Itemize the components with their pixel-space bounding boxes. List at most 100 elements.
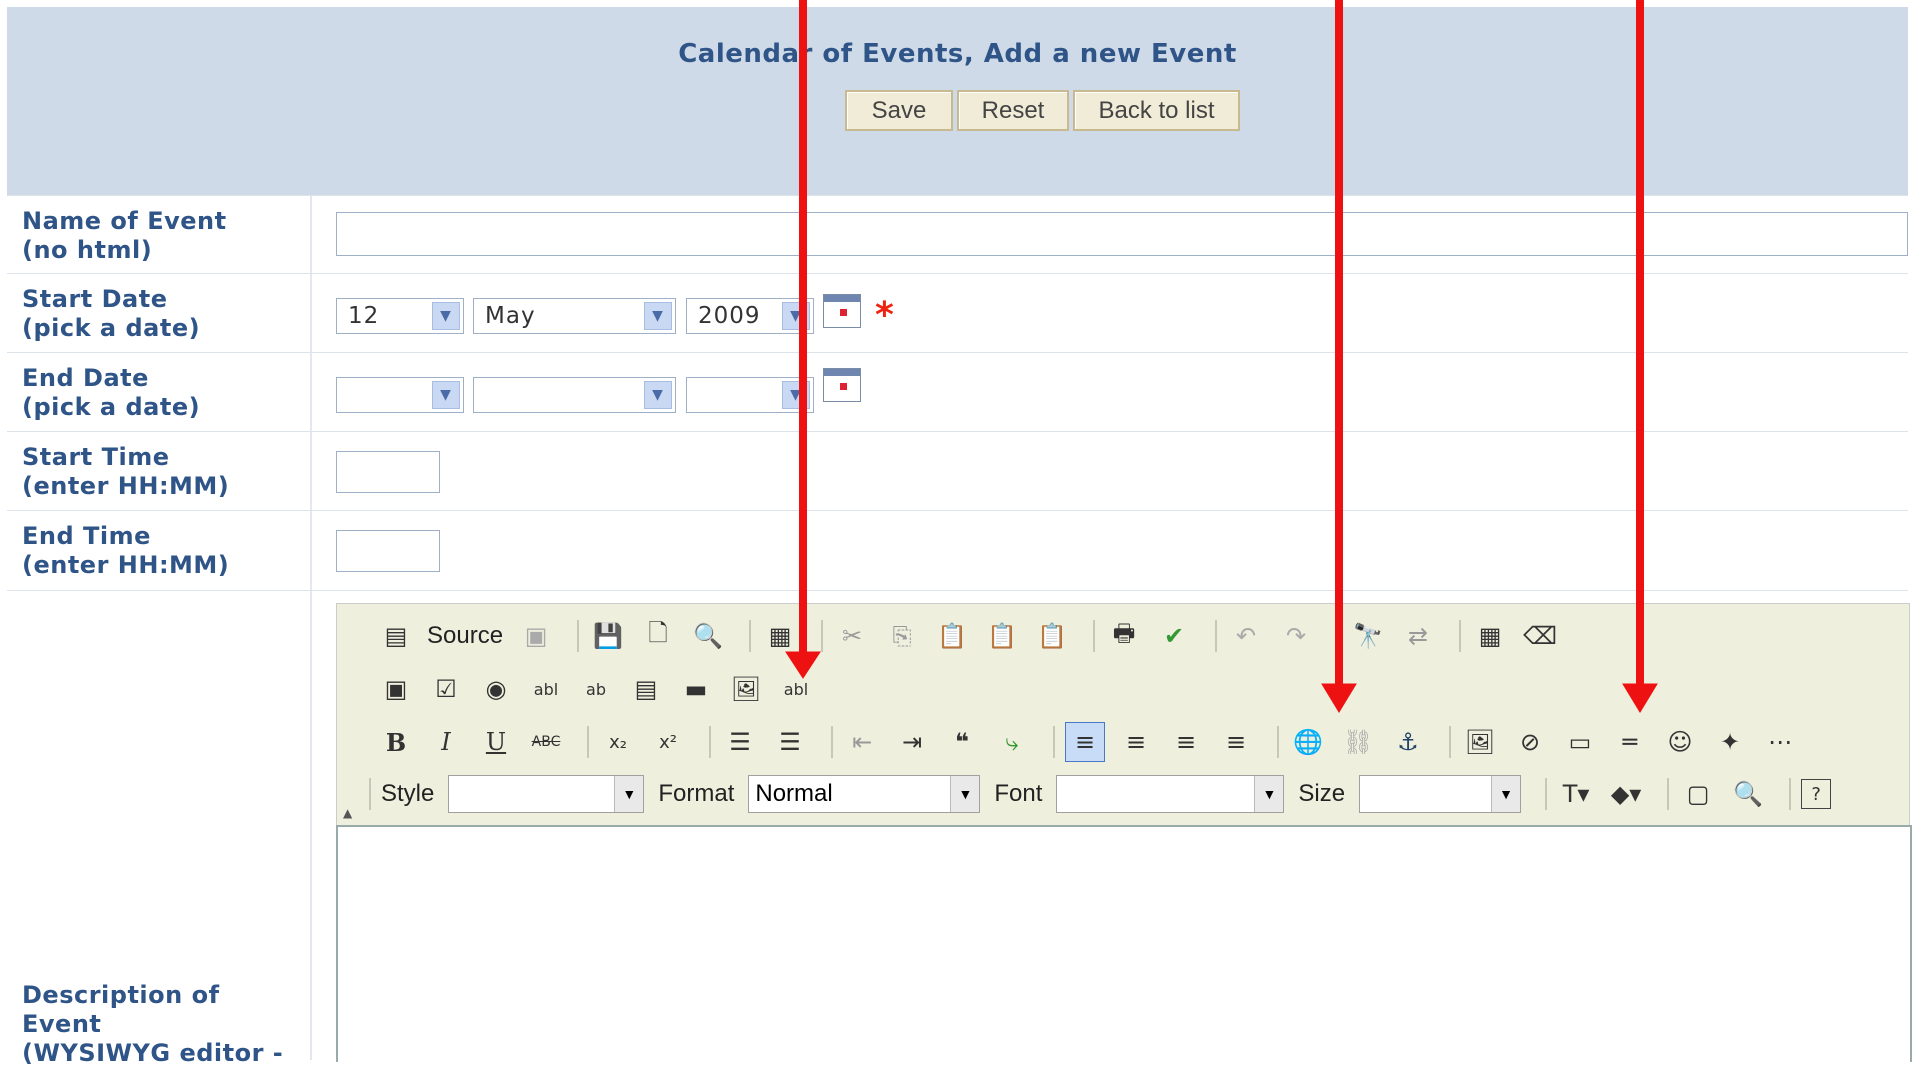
end-year-select[interactable]: ▼: [686, 377, 814, 413]
form-icon[interactable]: ▣: [377, 670, 415, 708]
special-char-icon[interactable]: ✦: [1711, 723, 1749, 761]
replace-icon[interactable]: ⇄: [1399, 617, 1437, 655]
select-all-icon[interactable]: ▦: [1471, 617, 1509, 655]
justify-icon[interactable]: ≡: [1217, 723, 1255, 761]
checkbox-icon[interactable]: ☑: [427, 670, 465, 708]
toolbar-separator: [831, 726, 833, 758]
show-blocks-icon[interactable]: 🔍: [1729, 775, 1767, 813]
div-container-icon[interactable]: ⤷: [993, 723, 1031, 761]
toolbar-separator: [1789, 778, 1792, 810]
outdent-icon[interactable]: ⇤: [843, 723, 881, 761]
spellcheck-icon[interactable]: ✔: [1155, 617, 1193, 655]
start-day-value: 12: [348, 303, 380, 329]
editor-content-area[interactable]: [336, 825, 1912, 1062]
flash-icon[interactable]: ⊘: [1511, 723, 1549, 761]
source-button[interactable]: Source: [427, 622, 503, 650]
subscript-icon[interactable]: x₂: [599, 723, 637, 761]
end-time-row: End Time (enter HH:MM): [7, 510, 1908, 591]
font-label: Font: [994, 780, 1043, 807]
start-day-select[interactable]: 12 ▼: [336, 298, 464, 334]
chevron-down-icon: ▼: [782, 381, 810, 409]
numbered-list-icon[interactable]: ☰: [721, 723, 759, 761]
undo-icon[interactable]: ↶: [1227, 617, 1265, 655]
help-icon[interactable]: ?: [1801, 779, 1832, 809]
start-calendar-icon[interactable]: [823, 294, 861, 328]
font-combo[interactable]: ▼: [1056, 775, 1285, 813]
end-calendar-icon[interactable]: [823, 368, 861, 402]
remove-format-icon[interactable]: ⌫: [1521, 617, 1559, 655]
save-template-icon[interactable]: ▣: [517, 617, 555, 655]
superscript-icon[interactable]: x²: [649, 723, 687, 761]
size-combo[interactable]: ▼: [1359, 775, 1522, 813]
button-icon[interactable]: ▬: [677, 670, 715, 708]
bg-color-icon[interactable]: ◆▾: [1607, 775, 1645, 813]
align-left-icon[interactable]: ≡: [1065, 722, 1105, 762]
redo-icon[interactable]: ↷: [1277, 617, 1315, 655]
textfield-icon[interactable]: abl: [527, 670, 565, 708]
end-day-select[interactable]: ▼: [336, 377, 464, 413]
table-icon[interactable]: ▭: [1561, 723, 1599, 761]
unlink-icon[interactable]: ⛓: [1339, 723, 1377, 761]
align-right-icon[interactable]: ≡: [1167, 723, 1205, 761]
toolbar-separator: [1449, 726, 1451, 758]
image-icon[interactable]: 🖼: [1461, 723, 1499, 761]
select-field-icon[interactable]: ▤: [627, 670, 665, 708]
italic-icon[interactable]: I: [427, 723, 465, 761]
link-icon[interactable]: 🌐: [1289, 723, 1327, 761]
find-icon[interactable]: 🔭: [1349, 617, 1387, 655]
paste-icon[interactable]: 📋: [933, 617, 971, 655]
toolbar-separator: [1545, 778, 1548, 810]
start-year-select[interactable]: 2009 ▼: [686, 298, 814, 334]
toolbar-row-3: B I U ABC x₂ x² ☰ ☰ ⇤ ⇥ ❝ ⤷ ≡ ≡ ≡ ≡ 🌐 ⛓ …: [377, 717, 1811, 767]
smiley-icon[interactable]: ☺: [1661, 723, 1699, 761]
format-combo[interactable]: Normal ▼: [748, 775, 981, 813]
description-label: Description of Event (WYSIWYG editor -: [22, 981, 284, 1067]
reset-button[interactable]: Reset: [957, 90, 1069, 131]
end-month-select[interactable]: ▼: [473, 377, 676, 413]
toolbar-separator: [577, 620, 580, 652]
required-asterisk: *: [875, 295, 894, 336]
toolbar-row-2: ▣ ☑ ◉ abl ab ▤ ▬ 🖼 abl: [377, 664, 827, 714]
strikethrough-icon[interactable]: ABC: [527, 723, 565, 761]
text-color-icon[interactable]: T▾: [1557, 775, 1595, 813]
start-month-select[interactable]: May ▼: [473, 298, 676, 334]
bulleted-list-icon[interactable]: ☰: [771, 723, 809, 761]
end-date-label: End Date (pick a date): [22, 364, 201, 421]
back-to-list-button[interactable]: Back to list: [1073, 90, 1240, 131]
cut-icon[interactable]: ✂: [833, 617, 871, 655]
toolbar-separator: [1093, 620, 1096, 652]
horizontal-rule-icon[interactable]: ═: [1611, 723, 1649, 761]
blockquote-icon[interactable]: ❝: [943, 723, 981, 761]
page-break-icon[interactable]: ⋯: [1761, 723, 1799, 761]
templates-icon[interactable]: ▦: [761, 617, 799, 655]
maximize-icon[interactable]: ▢: [1679, 775, 1717, 813]
indent-icon[interactable]: ⇥: [893, 723, 931, 761]
align-center-icon[interactable]: ≡: [1117, 723, 1155, 761]
save-button[interactable]: Save: [845, 90, 953, 131]
copy-icon[interactable]: ⎘: [883, 617, 921, 655]
image-button-icon[interactable]: 🖼: [727, 670, 765, 708]
preview-icon[interactable]: 🔍: [689, 617, 727, 655]
hidden-field-icon[interactable]: abl: [777, 670, 815, 708]
underline-icon[interactable]: U: [477, 723, 515, 761]
paste-text-icon[interactable]: 📋: [983, 617, 1021, 655]
radio-icon[interactable]: ◉: [477, 670, 515, 708]
paste-word-icon[interactable]: 📋: [1033, 617, 1071, 655]
new-page-icon[interactable]: 🗋: [639, 617, 677, 655]
event-name-input[interactable]: [336, 212, 1908, 256]
textarea-icon[interactable]: ab: [577, 670, 615, 708]
start-time-input[interactable]: [336, 451, 440, 493]
bold-icon[interactable]: B: [377, 723, 415, 761]
toolbar-separator: [1215, 620, 1218, 652]
toolbar-separator: [1053, 726, 1055, 758]
style-combo[interactable]: ▼: [448, 775, 645, 813]
chevron-down-icon: ▼: [644, 302, 672, 330]
end-time-input[interactable]: [336, 530, 440, 572]
save-icon[interactable]: 💾: [589, 617, 627, 655]
anchor-icon[interactable]: ⚓: [1389, 723, 1427, 761]
chevron-down-icon: ▼: [1254, 776, 1284, 812]
toolbar-separator: [749, 620, 752, 652]
collapse-toolbar-icon[interactable]: ▲: [343, 806, 352, 820]
start-month-value: May: [485, 303, 536, 329]
print-icon[interactable]: 🖶: [1105, 617, 1143, 655]
